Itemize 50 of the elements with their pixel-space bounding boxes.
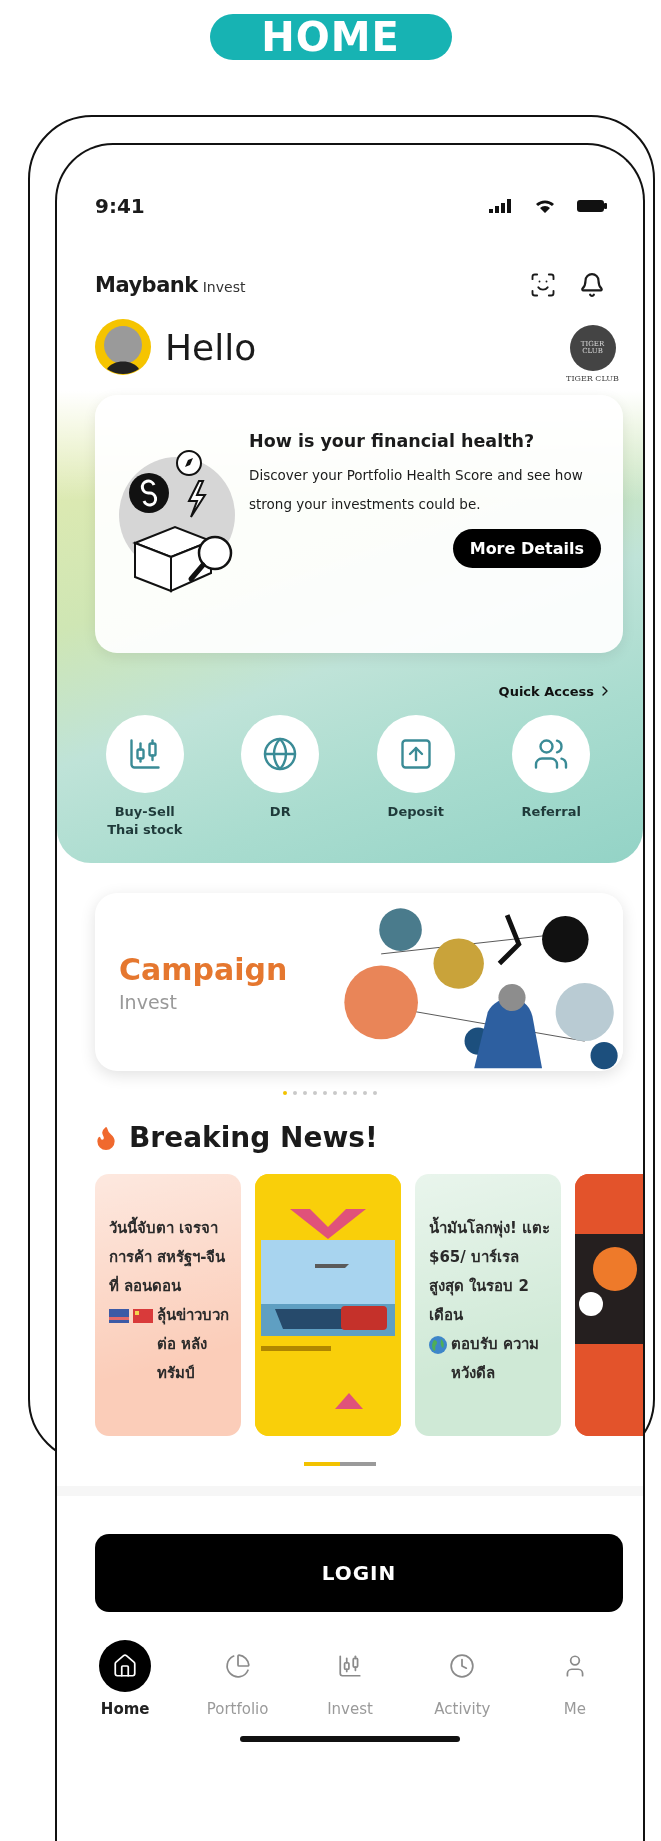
carousel-dot[interactable]	[373, 1091, 377, 1095]
tab-item[interactable]: Home	[69, 1640, 182, 1718]
avatar	[95, 319, 151, 375]
club-label: TIGER CLUB	[566, 374, 619, 383]
brand-logo: Maybank Invest	[95, 273, 246, 297]
news-card[interactable]: วันนี้จับตา เจรจาการค้า สหรัฐฯ-จีนที่ ลอนดอน ลุ้นข่าวบวก ต่อ หลังทรัมป์	[95, 1174, 241, 1436]
news-headline: น้ำมันโลกพุ่ง! แตะ $65/ บาร์เรล สูงสุด ในรอบ 2 เดือน	[429, 1214, 551, 1330]
wifi-icon	[535, 199, 555, 213]
face-scan-icon[interactable]	[529, 271, 557, 299]
pager-segment[interactable]	[304, 1462, 340, 1466]
pager-segment[interactable]	[340, 1462, 376, 1466]
campaign-subtitle: Invest	[119, 990, 178, 1013]
pie-chart-icon	[224, 1653, 251, 1679]
carousel-dot[interactable]	[353, 1091, 357, 1095]
carousel-dot[interactable]	[343, 1091, 347, 1095]
quick-access-item[interactable]: Referral	[483, 715, 619, 839]
signal-icon	[489, 199, 513, 213]
campaign-title: Campaign	[119, 951, 289, 987]
carousel-dot[interactable]	[323, 1091, 327, 1095]
login-button[interactable]: LOGIN	[95, 1534, 623, 1612]
page-title-badge: HOME	[209, 14, 452, 60]
more-details-button[interactable]: More Details	[452, 529, 601, 568]
carousel-dot[interactable]	[303, 1091, 307, 1095]
bar-chart-icon	[337, 1653, 363, 1679]
news-card[interactable]: น้ำมันโลกพุ่ง! แตะ $65/ บาร์เรล สูงสุด ในรอบ 2 เดือน ตอบรับ ความหวังดีล	[415, 1174, 561, 1436]
home-icon	[112, 1653, 139, 1679]
section-title: Breaking News!	[129, 1121, 378, 1154]
carousel-dot[interactable]	[283, 1091, 287, 1095]
flags-icon	[109, 1308, 153, 1323]
notification-icon[interactable]	[579, 272, 605, 298]
earth-icon	[429, 1335, 447, 1354]
news-headline-end: ลุ้นข่าวบวก ต่อ หลังทรัมป์	[157, 1305, 230, 1384]
status-time: 9:41	[95, 194, 145, 218]
card-description: Discover your Portfolio Health Score and see how strong your investments could be.	[249, 466, 584, 514]
card-title: How is your financial health?	[249, 431, 536, 451]
quick-access-link[interactable]: Quick Access	[498, 683, 613, 699]
greeting-text: Hello	[165, 326, 257, 368]
people-icon	[533, 736, 570, 772]
carousel-dot[interactable]	[293, 1091, 297, 1095]
quick-access-item[interactable]: Deposit	[348, 715, 484, 839]
quick-access-item[interactable]: DR	[212, 715, 348, 839]
carousel-dot[interactable]	[333, 1091, 337, 1095]
carousel-dot[interactable]	[363, 1091, 367, 1095]
news-headline: วันนี้จับตา เจรจาการค้า สหรัฐฯ-จีนที่ ลอนดอน	[109, 1214, 231, 1301]
carousel-dot[interactable]	[313, 1091, 317, 1095]
quick-access-item[interactable]: Buy-Sell Thai stock	[77, 715, 213, 839]
clock-icon	[449, 1653, 476, 1679]
news-headline-end: ตอบรับ ความหวังดีล	[451, 1334, 541, 1384]
globe-icon	[262, 736, 299, 772]
battery-icon	[577, 199, 607, 213]
